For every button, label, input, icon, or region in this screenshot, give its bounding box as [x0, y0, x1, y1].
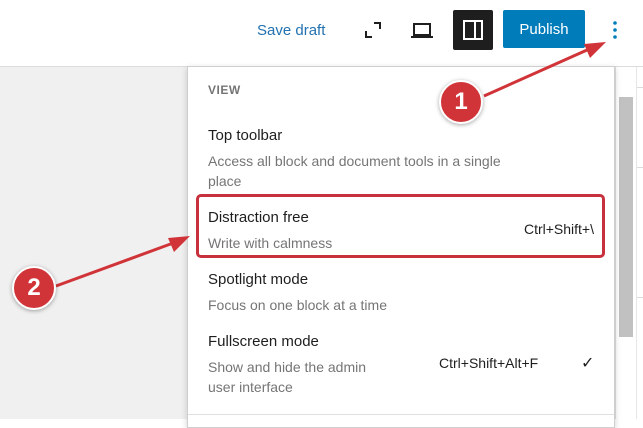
- annotation-badge-2: 2: [12, 266, 56, 310]
- menu-item-label: Spotlight mode: [208, 271, 309, 288]
- annotation-badge-1: 1: [439, 80, 483, 124]
- publish-button[interactable]: Publish: [503, 10, 585, 48]
- options-dropdown-menu: VIEW Top toolbar Access all block and do…: [187, 66, 615, 428]
- checkmark-icon: ✓: [581, 355, 595, 372]
- save-draft-button[interactable]: Save draft: [253, 17, 329, 45]
- settings-sidebar-button[interactable]: [453, 10, 493, 50]
- menu-item-help: Access all block and document tools in a…: [208, 153, 501, 169]
- kebab-menu-icon: [613, 21, 617, 39]
- menu-divider: [188, 414, 614, 415]
- menu-item-fullscreen-mode[interactable]: Fullscreen mode Show and hide the admin …: [196, 333, 606, 397]
- menu-item-help: user interface: [208, 379, 293, 395]
- divider: [637, 87, 643, 88]
- fullscreen-icon: [365, 22, 381, 38]
- sidebar-edge: [636, 67, 643, 419]
- menu-item-help: Write with calmness: [208, 235, 333, 251]
- keyboard-shortcut: Ctrl+Shift+Alt+F: [439, 355, 539, 371]
- menu-item-top-toolbar[interactable]: Top toolbar Access all block and documen…: [196, 127, 606, 191]
- preview-button[interactable]: [402, 10, 442, 50]
- scrollbar-thumb[interactable]: [619, 97, 633, 337]
- options-menu-button[interactable]: [595, 10, 635, 50]
- view-section-title: VIEW: [208, 83, 241, 97]
- divider: [637, 167, 643, 168]
- fullscreen-button[interactable]: [353, 10, 393, 50]
- editor-header: Save draft Publish: [0, 0, 643, 67]
- menu-item-spotlight-mode[interactable]: Spotlight mode Focus on one block at a t…: [196, 271, 606, 315]
- menu-item-help: Show and hide the admin: [208, 359, 366, 375]
- menu-item-help: Focus on one block at a time: [208, 297, 387, 313]
- desktop-preview-icon: [411, 23, 433, 38]
- menu-item-label: Fullscreen mode: [208, 333, 319, 350]
- keyboard-shortcut: Ctrl+Shift+\: [523, 221, 594, 237]
- menu-scrollbar[interactable]: [615, 67, 636, 419]
- menu-item-label: Distraction free: [208, 209, 309, 226]
- divider: [637, 297, 643, 298]
- menu-item-label: Top toolbar: [208, 127, 283, 144]
- menu-item-help: place: [208, 173, 242, 189]
- settings-sidebar-icon: [463, 20, 483, 40]
- menu-item-distraction-free[interactable]: Distraction free Write with calmness Ctr…: [196, 209, 606, 253]
